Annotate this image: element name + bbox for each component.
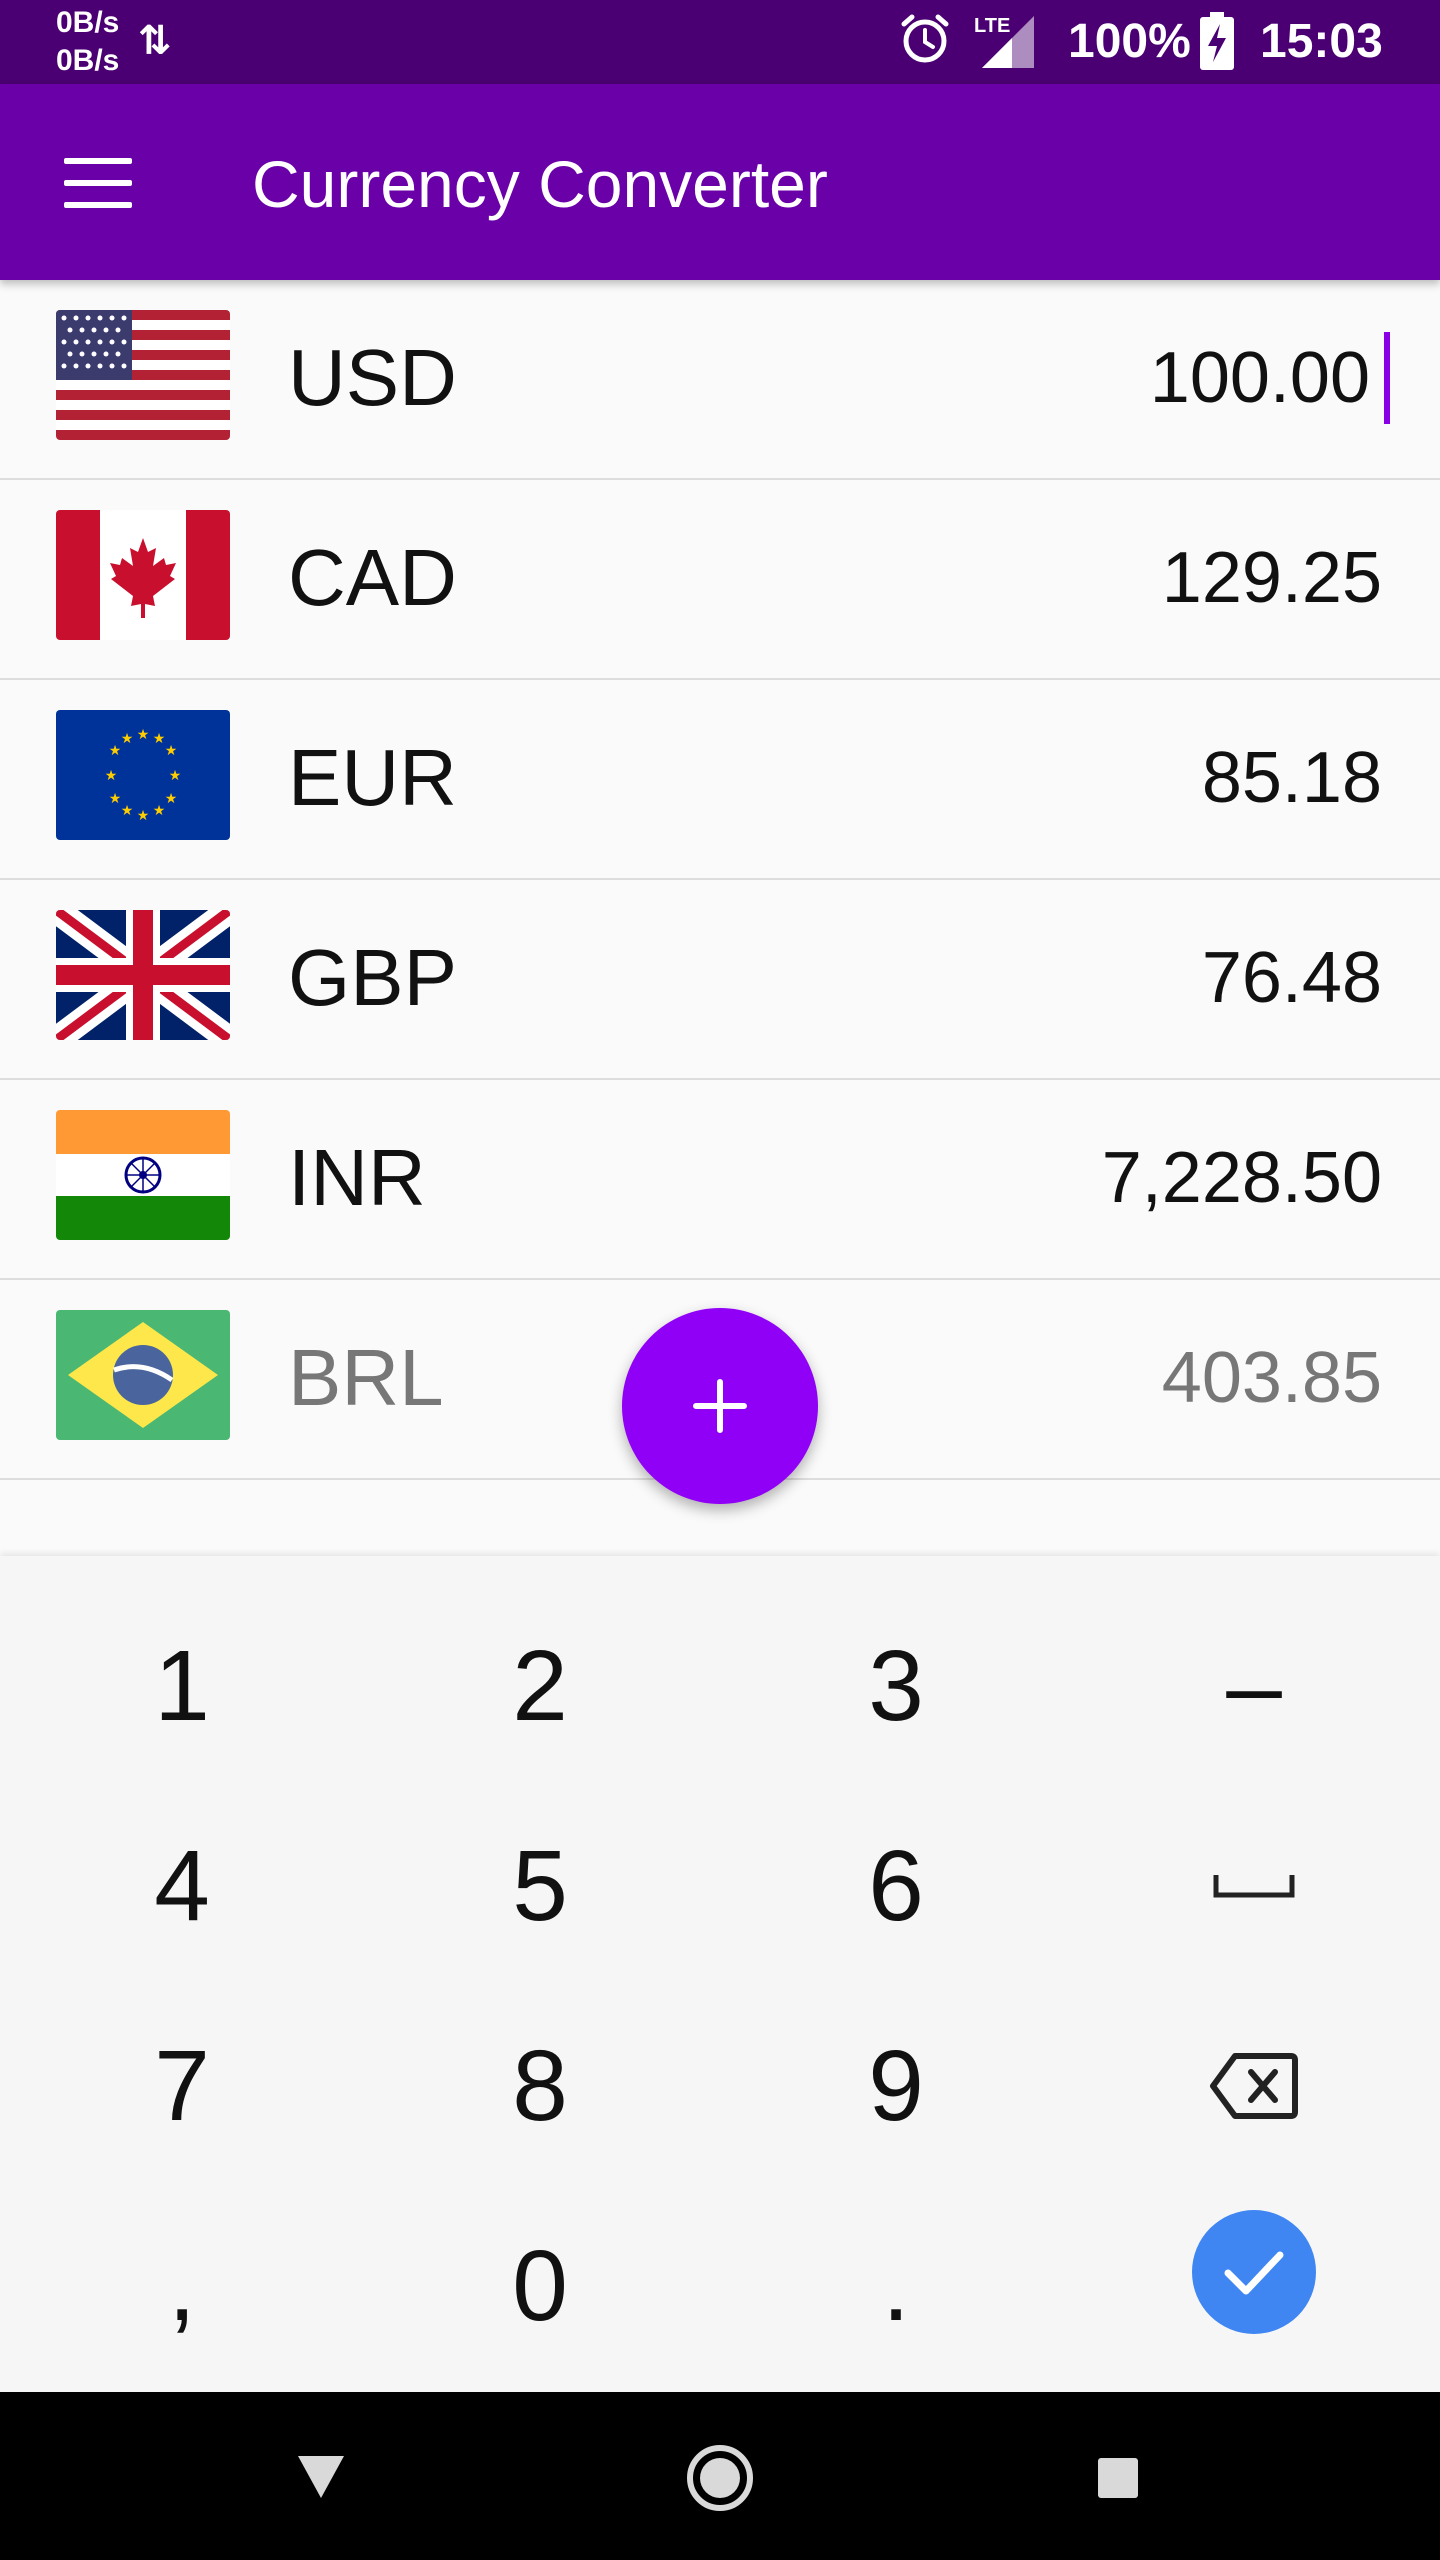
currency-row-gbp[interactable]: GBP 76.48 <box>0 880 1440 1082</box>
svg-text:★: ★ <box>105 768 118 784</box>
currency-code: EUR <box>288 733 457 822</box>
text-cursor <box>1384 332 1390 424</box>
home-icon[interactable] <box>686 2444 754 2512</box>
key-7[interactable]: 7 <box>62 1986 302 2186</box>
key-9[interactable]: 9 <box>776 1986 1016 2186</box>
svg-text:★: ★ <box>137 727 150 743</box>
key-5[interactable]: 5 <box>420 1786 660 1986</box>
eu-flag-icon: ★ ★ ★ ★ ★ ★ ★ ★ ★ ★ ★ ★ <box>56 710 230 840</box>
currency-code: USD <box>288 333 457 422</box>
done-button[interactable] <box>1192 2210 1316 2334</box>
clock: 15:03 <box>1260 15 1383 68</box>
brazil-flag-icon <box>56 1310 230 1440</box>
currency-amount-input[interactable]: 100.00 <box>1150 328 1370 428</box>
svg-text:★: ★ <box>137 808 150 824</box>
key-6[interactable]: 6 <box>776 1786 1016 1986</box>
svg-text:★: ★ <box>165 791 178 807</box>
recents-icon[interactable] <box>1096 2456 1140 2500</box>
key-8[interactable]: 8 <box>420 1986 660 2186</box>
svg-text:★: ★ <box>165 743 178 759</box>
network-speed: 0B/s 0B/s <box>56 4 119 80</box>
key-space[interactable] <box>1134 1786 1374 1986</box>
currency-amount[interactable]: 129.25 <box>1162 528 1382 628</box>
alarm-icon <box>901 14 949 63</box>
network-type: LTE <box>974 15 1010 37</box>
key-decimal[interactable]: . <box>776 2186 1016 2386</box>
india-flag-icon <box>56 1110 230 1240</box>
plus-icon <box>693 1379 747 1433</box>
us-flag-icon <box>56 310 230 440</box>
key-1[interactable]: 1 <box>62 1586 302 1786</box>
key-0[interactable]: 0 <box>420 2186 660 2386</box>
currency-code: CAD <box>288 533 457 622</box>
upload-speed: 0B/s <box>56 6 120 39</box>
menu-icon[interactable] <box>64 158 132 208</box>
space-bar-icon <box>1213 1875 1295 1898</box>
currency-code: INR <box>288 1133 426 1222</box>
currency-code: BRL <box>288 1333 444 1422</box>
data-transfer-icon: ⇅ <box>138 19 172 63</box>
currency-amount[interactable]: 403.85 <box>1162 1328 1382 1428</box>
key-4[interactable]: 4 <box>62 1786 302 1986</box>
battery-percentage: 100% <box>1068 15 1191 68</box>
system-nav-bar <box>0 2392 1440 2560</box>
canada-flag-icon <box>56 510 230 640</box>
key-backspace[interactable] <box>1134 1986 1374 2186</box>
currency-row-cad[interactable]: CAD 129.25 <box>0 480 1440 682</box>
uk-flag-icon <box>56 910 230 1040</box>
app-bar: Currency Converter <box>0 84 1440 280</box>
page-title: Currency Converter <box>252 147 828 221</box>
svg-text:★: ★ <box>121 803 134 819</box>
svg-text:★: ★ <box>109 791 122 807</box>
add-currency-button[interactable] <box>622 1308 818 1504</box>
currency-row-eur[interactable]: ★ ★ ★ ★ ★ ★ ★ ★ ★ ★ ★ ★ EUR 85.18 <box>0 680 1440 882</box>
svg-text:★: ★ <box>153 731 166 747</box>
signal-icon: LTE <box>974 15 1034 68</box>
currency-amount[interactable]: 85.18 <box>1202 728 1382 828</box>
svg-text:★: ★ <box>153 803 166 819</box>
currency-row-inr[interactable]: INR 7,228.50 <box>0 1080 1440 1282</box>
battery-charging-icon <box>1200 12 1234 70</box>
download-speed: 0B/s <box>56 44 120 77</box>
status-bar: 0B/s 0B/s ⇅ LTE 100% 15:03 <box>0 0 1440 84</box>
key-3[interactable]: 3 <box>776 1586 1016 1786</box>
currency-amount[interactable]: 76.48 <box>1202 928 1382 1028</box>
backspace-icon <box>1210 2053 1298 2119</box>
svg-text:★: ★ <box>109 743 122 759</box>
key-minus[interactable]: – <box>1134 1586 1374 1786</box>
key-2[interactable]: 2 <box>420 1586 660 1786</box>
currency-code: GBP <box>288 933 457 1022</box>
currency-amount[interactable]: 7,228.50 <box>1102 1128 1382 1228</box>
checkmark-icon <box>1224 2251 1284 2295</box>
svg-text:★: ★ <box>169 768 182 784</box>
back-icon[interactable] <box>296 2454 346 2500</box>
svg-text:★: ★ <box>121 731 134 747</box>
currency-row-usd[interactable]: USD 100.00 <box>0 280 1440 482</box>
key-comma[interactable]: , <box>62 2186 302 2386</box>
